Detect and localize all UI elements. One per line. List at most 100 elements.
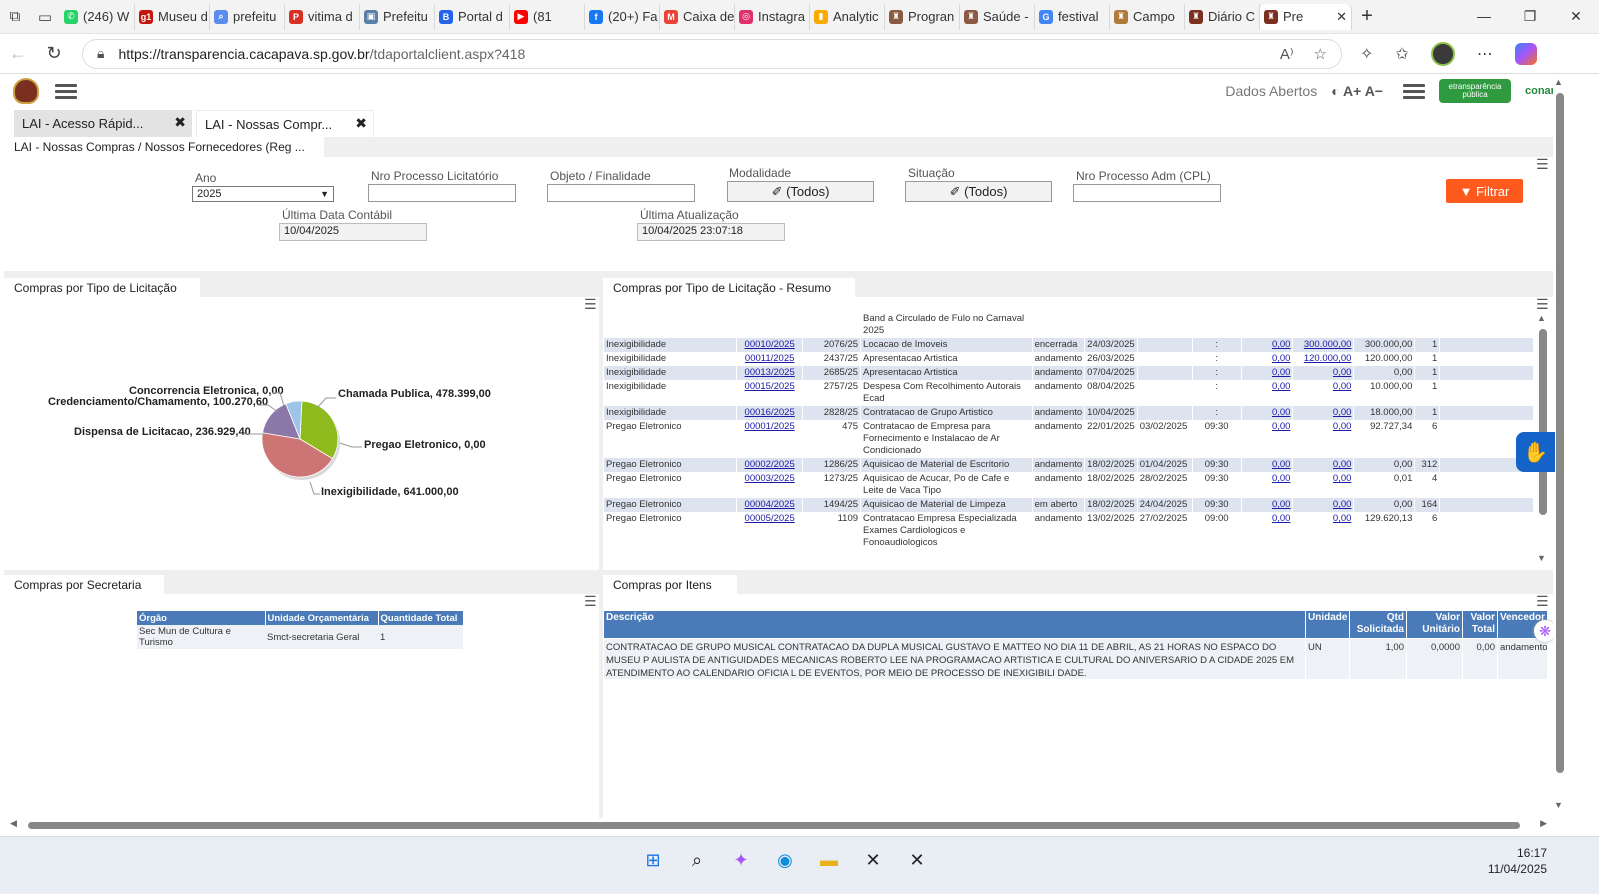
- windows-start-icon[interactable]: ⊞: [640, 847, 666, 873]
- cell-v2[interactable]: 300.000,00: [1292, 338, 1355, 352]
- accessibility-libras-icon[interactable]: ✋: [1516, 432, 1555, 472]
- cell-v2[interactable]: 0,00: [1292, 366, 1355, 380]
- browser-tab[interactable]: ♜ Progran: [885, 3, 960, 30]
- cell-v1[interactable]: 0,00: [1241, 498, 1294, 512]
- edge-browser-icon[interactable]: ◉: [772, 847, 798, 873]
- scroll-up-icon[interactable]: ▲: [1554, 77, 1563, 87]
- col-orgao[interactable]: Órgão: [137, 611, 266, 625]
- browser-tab[interactable]: ♜ Campo: [1110, 3, 1185, 30]
- horizontal-scrollbar[interactable]: ◀ ▶: [4, 818, 1553, 832]
- table-row[interactable]: Band a Circulado de Fulo no Carnaval 202…: [604, 312, 1534, 338]
- minimize-button[interactable]: —: [1461, 8, 1507, 25]
- dados-abertos-link[interactable]: Dados Abertos: [1225, 83, 1317, 99]
- cell-num[interactable]: 00013/2025: [736, 366, 804, 380]
- cell-v1[interactable]: 0,00: [1241, 458, 1294, 472]
- app-icon-z2[interactable]: ✕: [904, 847, 930, 873]
- itens-panel-menu-icon[interactable]: ☰: [1536, 593, 1549, 610]
- browser-tab[interactable]: ♜ Saúde -: [960, 3, 1035, 30]
- table-row[interactable]: Pregao Eletronico 00003/2025 1273/25 Aquisi…: [604, 472, 1534, 498]
- cell-v2[interactable]: 0,00: [1292, 498, 1355, 512]
- close-window-button[interactable]: ✕: [1553, 8, 1599, 25]
- cell-v1[interactable]: 0,00: [1241, 512, 1294, 550]
- new-tab-button[interactable]: +: [1352, 5, 1382, 28]
- cell-num[interactable]: 00011/2025: [736, 352, 804, 366]
- table-row[interactable]: CONTRATACAO DE GRUPO MUSICAL CONTRATACAO…: [604, 639, 1548, 679]
- cell-v1[interactable]: 0,00: [1241, 380, 1294, 406]
- scroll-down-icon[interactable]: ▼: [1554, 800, 1563, 810]
- situacao-button[interactable]: ✐ (Todos): [905, 181, 1052, 202]
- cell-v2[interactable]: 0,00: [1292, 458, 1355, 472]
- filter-menu-icon[interactable]: ☰: [1536, 156, 1549, 173]
- col-valor-total[interactable]: Valor Total: [1463, 611, 1498, 638]
- cell-num[interactable]: 00005/2025: [736, 512, 804, 550]
- scroll-up-icon[interactable]: ▲: [1537, 313, 1546, 323]
- cell-v2[interactable]: 0,00: [1292, 420, 1355, 458]
- options-menu-icon[interactable]: [1403, 83, 1425, 99]
- cell-num[interactable]: 00002/2025: [736, 458, 804, 472]
- scroll-down-icon[interactable]: ▼: [1537, 553, 1546, 563]
- copilot-app-icon[interactable]: ✦: [728, 847, 754, 873]
- cell-v1[interactable]: 0,00: [1241, 472, 1294, 498]
- table-row[interactable]: Pregao Eletronico 00002/2025 1286/25 Aquisi…: [604, 458, 1534, 472]
- table-row[interactable]: Inexigibilidade 00016/2025 2828/25 Contrata…: [604, 406, 1534, 420]
- maximize-button[interactable]: ❐: [1507, 8, 1553, 25]
- cell-num[interactable]: 00016/2025: [736, 406, 804, 420]
- table-row[interactable]: Pregao Eletronico 00004/2025 1494/25 Aquisi…: [604, 498, 1534, 512]
- h-scroll-thumb[interactable]: [28, 822, 1520, 829]
- extensions-icon[interactable]: ✧: [1360, 44, 1373, 64]
- cell-num[interactable]: 00010/2025: [736, 338, 804, 352]
- system-clock[interactable]: 16:17 11/04/2025: [1488, 845, 1547, 877]
- page-scroll-thumb[interactable]: [1556, 93, 1564, 773]
- browser-tab[interactable]: M Caixa de: [660, 3, 735, 30]
- browser-tab[interactable]: ◎ Instagra: [735, 3, 810, 30]
- cell-v1[interactable]: 0,00: [1241, 338, 1294, 352]
- scroll-right-icon[interactable]: ▶: [1540, 818, 1547, 829]
- profile-avatar[interactable]: [1430, 41, 1455, 66]
- cell-num[interactable]: 00015/2025: [736, 380, 804, 406]
- favorites-icon[interactable]: ✩: [1395, 44, 1408, 64]
- cell-num[interactable]: 00003/2025: [736, 472, 804, 498]
- col-valor-unitario[interactable]: Valor Unitário: [1407, 611, 1463, 638]
- col-unidade[interactable]: Unidade: [1306, 611, 1350, 638]
- col-descricao[interactable]: Descrição: [604, 611, 1306, 638]
- cell-v2[interactable]: 0,00: [1292, 512, 1355, 550]
- resumo-panel-menu-icon[interactable]: ☰: [1536, 296, 1549, 313]
- cell-num[interactable]: 00004/2025: [736, 498, 804, 512]
- cell-v1[interactable]: 0,00: [1241, 366, 1294, 380]
- favorite-star-icon[interactable]: ☆: [1314, 45, 1327, 63]
- cell-v2[interactable]: 0,00: [1292, 472, 1355, 498]
- table-row[interactable]: Inexigibilidade 00011/2025 2437/25 Apresent…: [604, 352, 1534, 366]
- browser-tab[interactable]: ♜ Diário C: [1185, 3, 1260, 30]
- font-size-controls[interactable]: ◐ A+ A−: [1331, 83, 1383, 99]
- cell-v2[interactable]: 120.000,00: [1292, 352, 1355, 366]
- browser-tab[interactable]: ♜ Pre ✕: [1260, 3, 1352, 30]
- cell-v2[interactable]: 0,00: [1292, 380, 1355, 406]
- cell-v1[interactable]: 0,00: [1241, 406, 1294, 420]
- cell-v2[interactable]: 0,00: [1292, 406, 1355, 420]
- cell-num[interactable]: 00001/2025: [736, 420, 804, 458]
- nro-adm-input[interactable]: [1073, 184, 1221, 202]
- table-row[interactable]: Pregao Eletronico 00001/2025 475 Contrataca…: [604, 420, 1534, 458]
- scroll-thumb[interactable]: [1539, 329, 1547, 515]
- col-qtd[interactable]: Qtd Solicitada: [1350, 611, 1407, 638]
- taskbar-search-icon[interactable]: ⌕: [684, 847, 710, 873]
- more-menu-icon[interactable]: ⋯: [1477, 44, 1493, 64]
- browser-tab[interactable]: ▮ Analytic: [810, 3, 885, 30]
- cell-v1[interactable]: 0,00: [1241, 352, 1294, 366]
- table-row[interactable]: Pregao Eletronico 00005/2025 1109 Contratac…: [604, 512, 1534, 550]
- table-row[interactable]: Inexigibilidade 00015/2025 2757/25 Despesa …: [604, 380, 1534, 406]
- table-row[interactable]: Sec Mun de Cultura e Turismo Smct-secret…: [137, 625, 463, 649]
- col-unidade[interactable]: Unidade Orçamentária: [265, 611, 379, 625]
- browser-tab[interactable]: Gfestival: [1035, 3, 1110, 30]
- table-row[interactable]: Inexigibilidade 00010/2025 2076/25 Locacao …: [604, 338, 1534, 352]
- file-explorer-icon[interactable]: ▬: [816, 847, 842, 873]
- secretaria-panel-menu-icon[interactable]: ☰: [584, 593, 597, 610]
- close-tab-icon[interactable]: ✕: [1336, 9, 1347, 25]
- page-scrollbar[interactable]: ▲ ▼: [1553, 75, 1568, 820]
- scroll-left-icon[interactable]: ◀: [10, 818, 17, 829]
- app-icon-z[interactable]: ✕: [860, 847, 886, 873]
- read-aloud-icon[interactable]: A⁾: [1280, 45, 1294, 63]
- copilot-icon[interactable]: [1514, 42, 1537, 65]
- table-row[interactable]: Inexigibilidade 00013/2025 2685/25 Apresent…: [604, 366, 1534, 380]
- col-quantidade[interactable]: Quantidade Total: [378, 611, 464, 625]
